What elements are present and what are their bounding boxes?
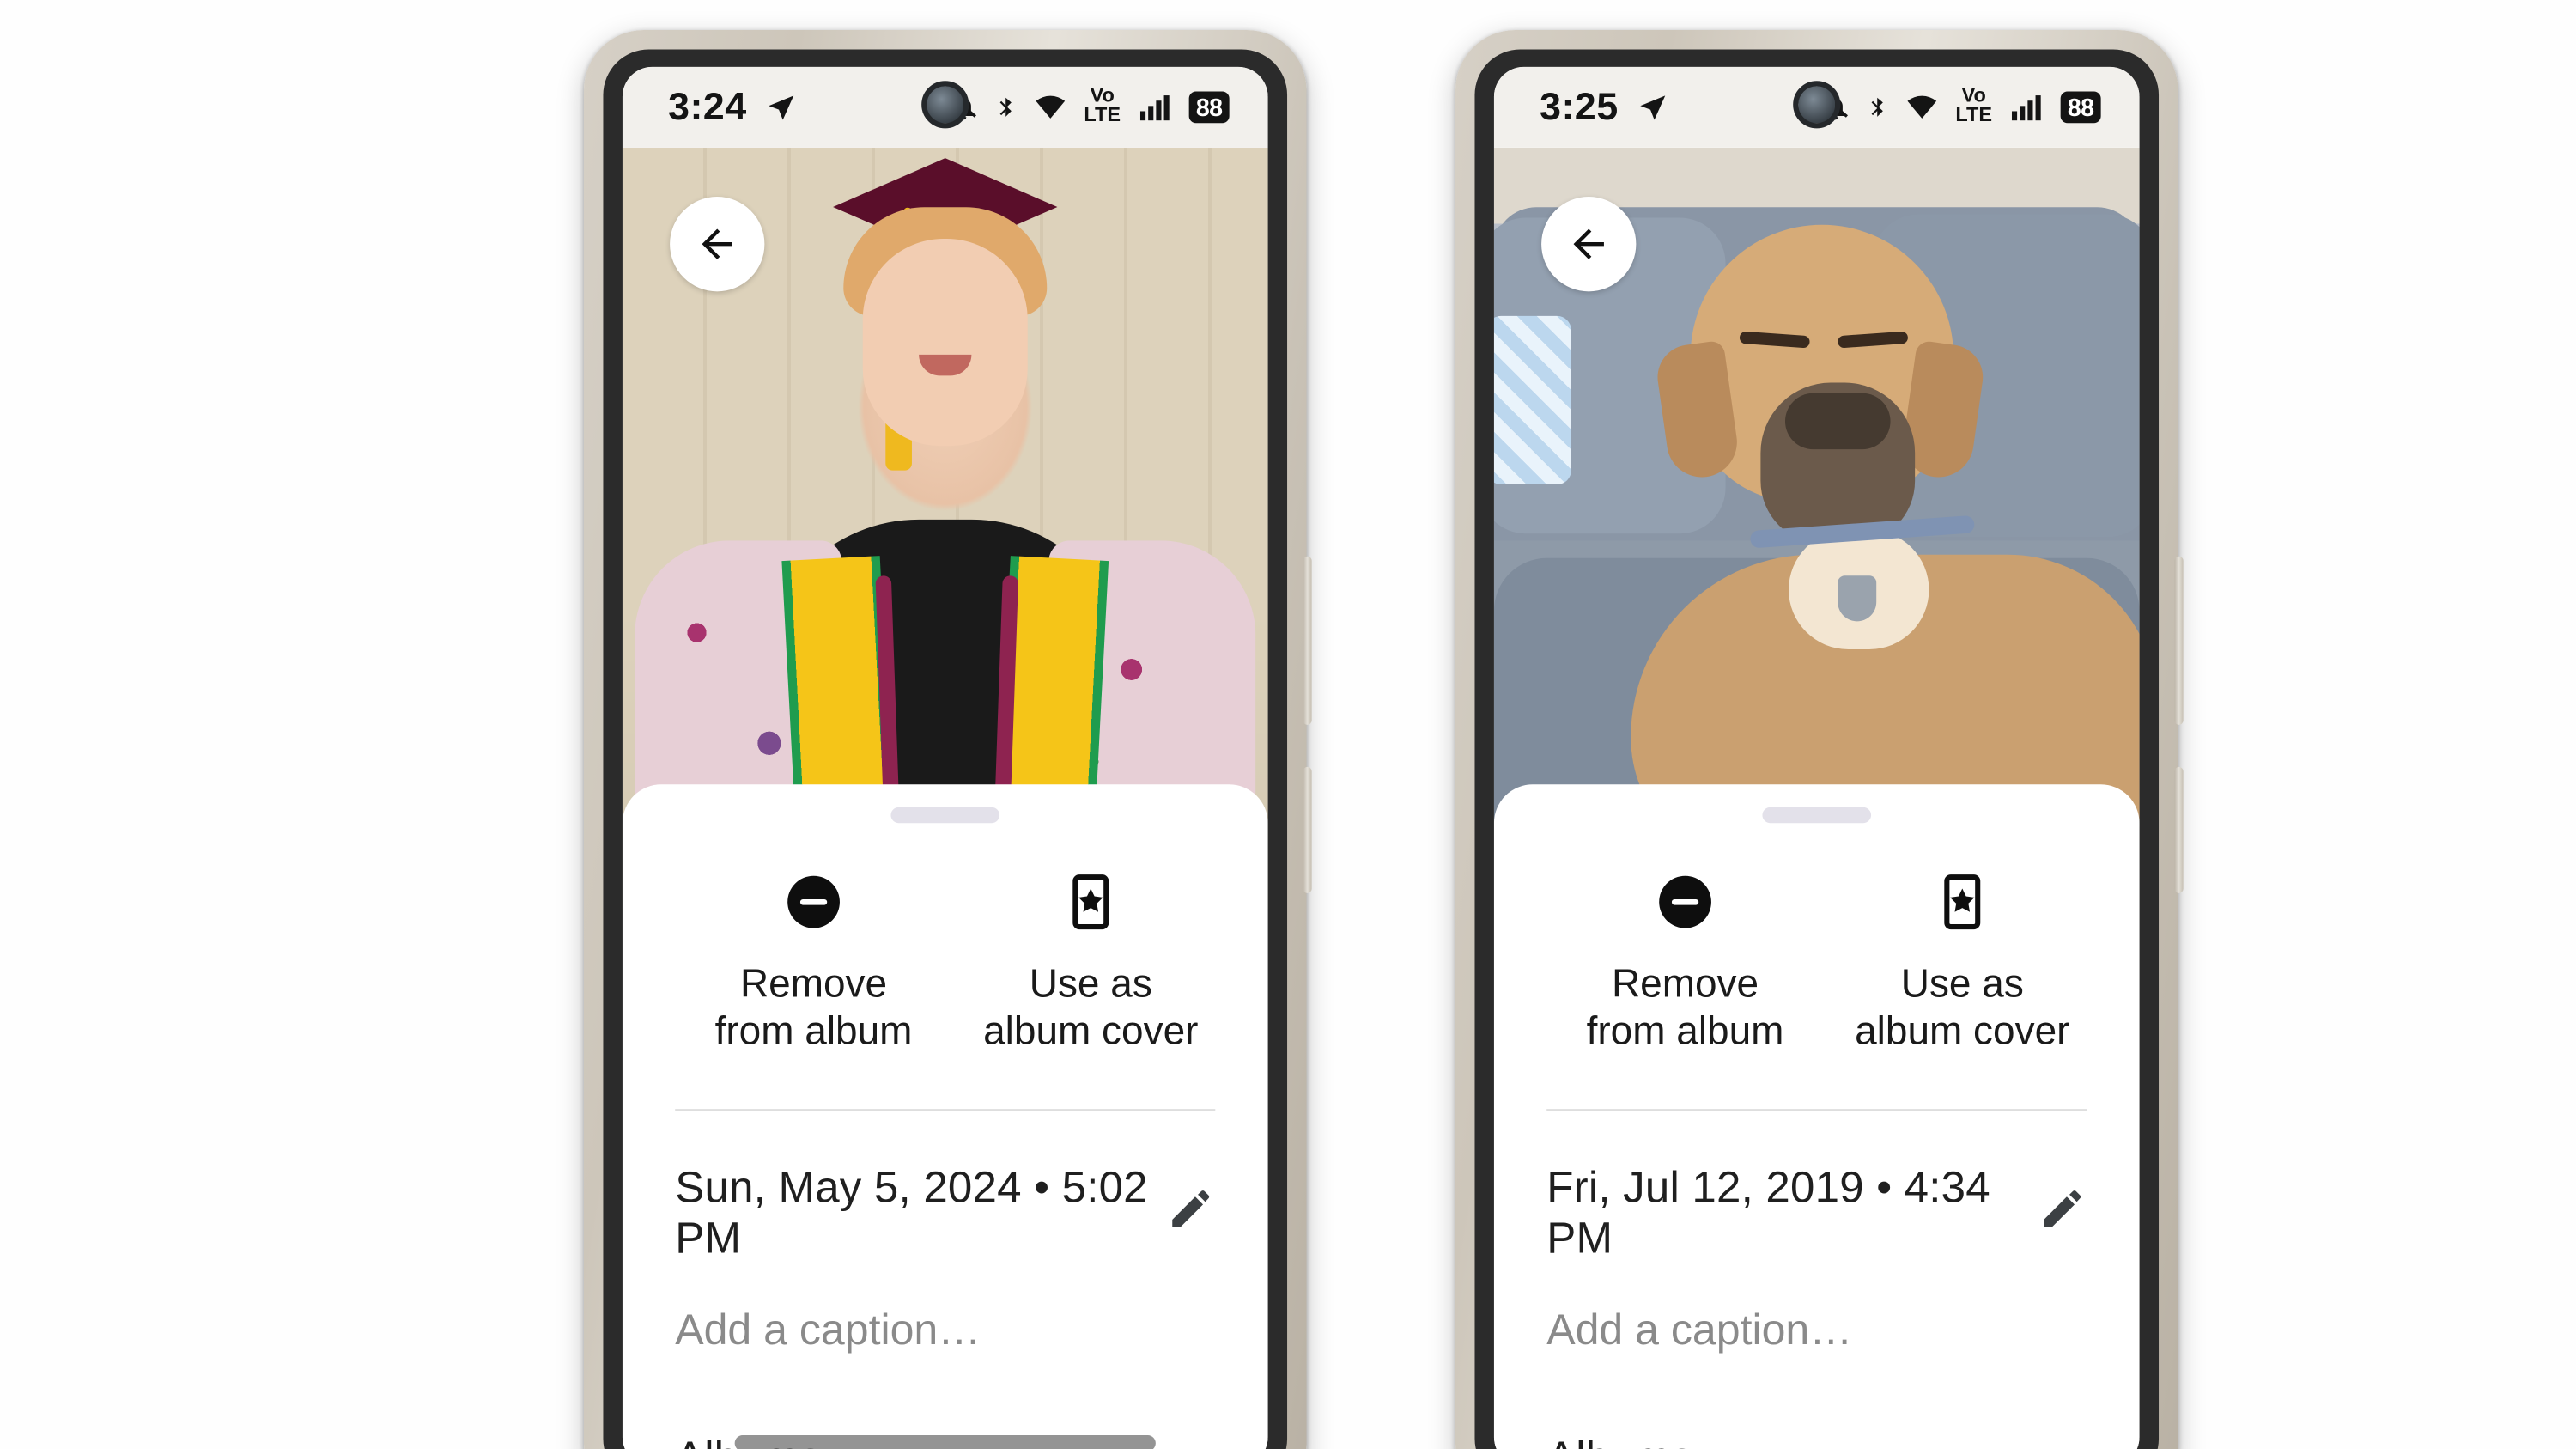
status-time: 3:24	[668, 84, 747, 129]
face	[862, 238, 1028, 446]
screen-right: 3:25 Vo LTE 88 Remove from album Use as …	[1494, 66, 2140, 1449]
action-label: Remove from album	[714, 961, 913, 1054]
back-button[interactable]	[1541, 196, 1637, 292]
signal-bars-icon	[2008, 91, 2045, 123]
status-time: 3:25	[1540, 84, 1619, 129]
albums-section-title: Albums	[1494, 1433, 2140, 1449]
action-remove-from-album[interactable]: Remove from album	[1546, 861, 1824, 1056]
date-row: Fri, Jul 12, 2019 • 4:34 PM	[1546, 1111, 2087, 1265]
action-label: Remove from album	[1586, 961, 1784, 1054]
battery-icon: 88	[2060, 91, 2101, 123]
photo-date: Fri, Jul 12, 2019 • 4:34 PM	[1546, 1162, 1991, 1263]
action-use-as-album-cover[interactable]: Use as album cover	[1824, 861, 2101, 1056]
wifi-icon	[1033, 91, 1068, 123]
status-icon-group: Vo LTE 88	[1820, 88, 2101, 125]
signal-bars-icon	[1137, 91, 1174, 123]
volume-button-left[interactable]	[1303, 766, 1312, 893]
phone-bezel-left: 3:24 Vo LTE 88 Remove from album Use as …	[603, 49, 1288, 1449]
location-arrow-icon	[1637, 92, 1668, 122]
location-arrow-icon	[766, 92, 796, 122]
battery-icon: 88	[1188, 91, 1230, 123]
sheet-drag-handle[interactable]	[890, 807, 1000, 823]
phone-device-right: 3:25 Vo LTE 88 Remove from album Use as …	[1455, 29, 2184, 1449]
dog-nose	[1785, 393, 1891, 449]
photo-meta-left: Sun, May 5, 2024 • 5:02 PM Add a caption…	[623, 1111, 1268, 1356]
volte-icon: Vo LTE	[1084, 86, 1121, 127]
caption-input[interactable]: Add a caption…	[675, 1264, 1215, 1355]
info-sheet-left: Remove from album Use as album cover Sun…	[623, 783, 1268, 1449]
remove-circle-icon	[784, 861, 843, 942]
status-icon-group: Vo LTE 88	[949, 88, 1230, 125]
front-camera-punch-hole-right	[1793, 80, 1841, 129]
action-label: Use as album cover	[1855, 961, 2070, 1054]
gesture-nav-bar-left[interactable]	[734, 1434, 1156, 1449]
wifi-icon	[1905, 91, 1940, 123]
caption-input[interactable]: Add a caption…	[1546, 1264, 2087, 1355]
volte-icon: Vo LTE	[1955, 86, 1993, 127]
phone-device-left: 3:24 Vo LTE 88 Remove from album Use as …	[584, 29, 1312, 1449]
action-label: Use as album cover	[983, 961, 1199, 1054]
action-row-right: Remove from album Use as album cover	[1494, 823, 2140, 1056]
action-row-left: Remove from album Use as album cover	[623, 823, 1268, 1056]
back-button[interactable]	[670, 196, 765, 292]
action-add-to-album[interactable]: Add to album	[2101, 861, 2140, 1056]
action-add-to-album[interactable]: Add to album	[1230, 861, 1268, 1056]
pencil-icon[interactable]	[1166, 1184, 1215, 1242]
power-button-right[interactable]	[2174, 556, 2184, 725]
pencil-icon[interactable]	[2038, 1184, 2087, 1242]
photo-date: Sun, May 5, 2024 • 5:02 PM	[675, 1162, 1148, 1263]
date-row: Sun, May 5, 2024 • 5:02 PM	[675, 1111, 1215, 1265]
screen-left: 3:24 Vo LTE 88 Remove from album Use as …	[623, 66, 1268, 1449]
remove-circle-icon	[1656, 861, 1715, 942]
bluetooth-icon	[1866, 91, 1889, 123]
sheet-drag-handle[interactable]	[1762, 807, 1872, 823]
bluetooth-icon	[994, 91, 1018, 123]
album-cover-star-icon	[1933, 861, 1992, 942]
info-sheet-right: Remove from album Use as album cover Fri…	[1494, 783, 2140, 1449]
front-camera-punch-hole-left	[921, 80, 969, 129]
phone-bezel-right: 3:25 Vo LTE 88 Remove from album Use as …	[1474, 49, 2160, 1449]
album-cover-star-icon	[1061, 861, 1121, 942]
screenshot-canvas: 3:24 Vo LTE 88 Remove from album Use as …	[0, 0, 2576, 1449]
power-button-left[interactable]	[1303, 556, 1312, 725]
volume-button-right[interactable]	[2174, 766, 2184, 893]
pillow-pattern	[1494, 315, 1572, 484]
action-use-as-album-cover[interactable]: Use as album cover	[952, 861, 1230, 1056]
photo-meta-right: Fri, Jul 12, 2019 • 4:34 PM Add a captio…	[1494, 1111, 2140, 1356]
dog-tag	[1838, 575, 1877, 622]
action-remove-from-album[interactable]: Remove from album	[675, 861, 952, 1056]
